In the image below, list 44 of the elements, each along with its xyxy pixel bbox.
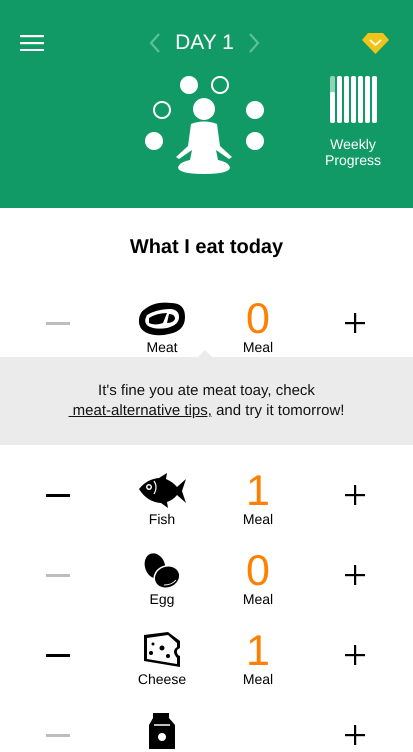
- increase-button[interactable]: [342, 562, 368, 588]
- meditating-person-icon: [176, 98, 232, 174]
- tips-link[interactable]: meat-alternative tips,: [68, 402, 212, 419]
- increase-button[interactable]: [342, 642, 368, 668]
- food-name: Fish: [148, 511, 176, 527]
- minus-icon: [46, 574, 70, 576]
- diamond-icon: [362, 32, 389, 54]
- chevron-right-icon: [248, 33, 260, 53]
- plus-icon: [345, 313, 365, 333]
- chevron-left-icon: [149, 33, 162, 53]
- fish-icon: [137, 473, 187, 509]
- plus-icon: [345, 725, 365, 745]
- plus-icon: [345, 645, 365, 665]
- meal-count: 1: [246, 632, 270, 670]
- plus-icon: [345, 565, 365, 585]
- day-title: DAY 1: [175, 31, 234, 55]
- food-name: Egg: [150, 591, 174, 607]
- section-title: What I eat today: [128, 235, 284, 260]
- weekly-progress-label: Weekly Progress: [324, 136, 382, 168]
- tip-message: It's fine you ate meat toay, check meat-alternative tips, and try it tomorrow!: [68, 381, 344, 421]
- meal-unit: Meal: [242, 511, 274, 527]
- minus-icon: [46, 654, 70, 656]
- meal-unit: Meal: [242, 591, 274, 607]
- meal-count: 1: [246, 472, 270, 510]
- food-name: Cheese: [138, 671, 186, 687]
- menu-button[interactable]: [20, 35, 44, 51]
- increase-button[interactable]: [342, 310, 368, 336]
- minus-icon: [46, 734, 70, 736]
- milk-carton-icon: [147, 713, 177, 749]
- food-name: Meat: [146, 339, 178, 355]
- cheese-icon: [142, 631, 182, 669]
- meal-count: 0: [246, 552, 270, 590]
- minus-icon: [46, 494, 70, 496]
- eggs-icon: [142, 551, 182, 589]
- meal-unit: Meal: [242, 671, 274, 687]
- premium-button[interactable]: [362, 32, 389, 54]
- meal-unit: Meal: [242, 339, 274, 355]
- increase-button[interactable]: [342, 722, 368, 748]
- menu-icon: [20, 35, 44, 51]
- meal-count: 0: [246, 300, 270, 338]
- plus-icon: [345, 485, 365, 505]
- steak-icon: [137, 301, 187, 337]
- increase-button[interactable]: [342, 482, 368, 508]
- minus-icon: [46, 322, 70, 324]
